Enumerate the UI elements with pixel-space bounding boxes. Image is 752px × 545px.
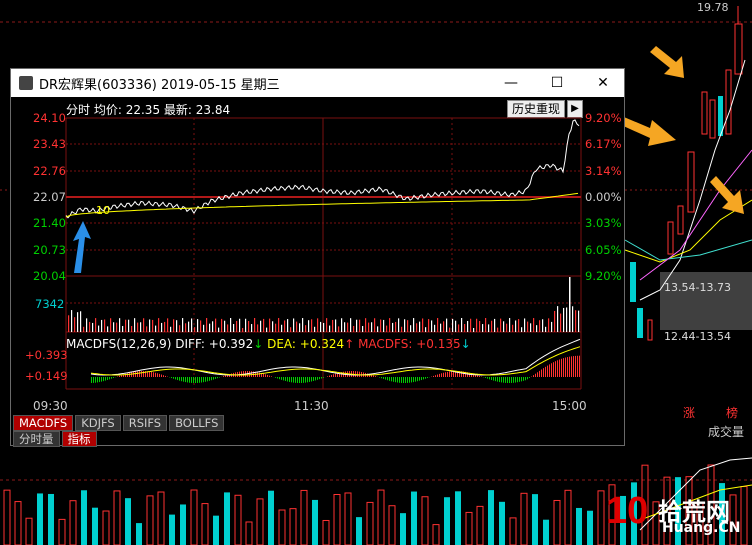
- ten-annotation: 10: [96, 204, 110, 217]
- intraday-volume-bars: [68, 277, 580, 332]
- tab-indicator[interactable]: 指标: [61, 431, 97, 447]
- top-price-label: 19.78: [697, 1, 729, 14]
- macd-legend: MACDFS(12,26,9) DIFF: +0.392↓ DEA: +0.32…: [66, 337, 471, 351]
- dea-arrow: ↑: [344, 337, 355, 351]
- range-label-2: 12.44-13.54: [664, 330, 731, 343]
- volume-label: 成交量: [708, 425, 745, 439]
- pct-label-5: 6.05%: [585, 243, 622, 257]
- time-label-end: 15:00: [552, 399, 587, 413]
- price-label-3: 22.07: [33, 190, 66, 204]
- watermark-logo: 10 拾荒网 Huang.CN: [606, 490, 752, 542]
- price-label-4: 21.40: [33, 216, 66, 230]
- pct-label-6: 9.20%: [585, 269, 622, 283]
- pct-label-3: 0.00%: [585, 190, 622, 204]
- range-label-1: 13.54-13.73: [664, 281, 731, 294]
- macd-value: MACDFS: +0.135: [358, 337, 461, 351]
- price-label-2: 22.76: [33, 164, 66, 178]
- time-label-mid: 11:30: [294, 399, 329, 413]
- watermark-site: Huang.CN: [662, 520, 741, 536]
- price-label-6: 20.04: [33, 269, 66, 283]
- pct-label-1: 6.17%: [585, 137, 622, 151]
- price-label-1: 23.43: [33, 137, 66, 151]
- tab-kdjfs[interactable]: KDJFS: [75, 415, 121, 431]
- blue-arrow: [73, 221, 91, 273]
- volume-max-label: 7342: [35, 297, 65, 311]
- macd-dea: DEA: +0.324: [267, 337, 345, 351]
- intraday-chart: [65, 117, 582, 390]
- price-label-5: 20.73: [33, 243, 66, 257]
- sub-tabs: 分时量 指标: [13, 431, 97, 447]
- bang-label: 榜: [726, 406, 739, 420]
- intraday-window: DR宏辉果(603336) 2019-05-15 星期三 — ☐ ✕ 分时 均价…: [10, 68, 625, 447]
- pct-label-2: 3.14%: [585, 164, 622, 178]
- macd-arrow: ↓: [460, 337, 471, 351]
- watermark-num: 10: [606, 490, 649, 532]
- tab-rsifs[interactable]: RSIFS: [122, 415, 168, 431]
- zhang-label: 涨: [683, 406, 696, 420]
- tab-macdfs[interactable]: MACDFS: [13, 415, 74, 431]
- tab-bollfs[interactable]: BOLLFS: [169, 415, 225, 431]
- indicator-tabs: MACDFS KDJFS RSIFS BOLLFS: [13, 415, 225, 431]
- diff-arrow: ↓: [253, 337, 264, 351]
- price-label-0: 24.10: [33, 111, 66, 125]
- pct-label-0: 9.20%: [585, 111, 622, 125]
- time-label-start: 09:30: [33, 399, 68, 413]
- macd-y-top: +0.393: [25, 348, 68, 362]
- macd-y-mid: +0.149: [25, 369, 68, 383]
- gold-arrow-1: [650, 46, 684, 78]
- macd-name: MACDFS(12,26,9): [66, 337, 172, 351]
- tab-volume[interactable]: 分时量: [13, 431, 60, 447]
- pct-label-4: 3.03%: [585, 216, 622, 230]
- macd-diff: DIFF: +0.392: [175, 337, 254, 351]
